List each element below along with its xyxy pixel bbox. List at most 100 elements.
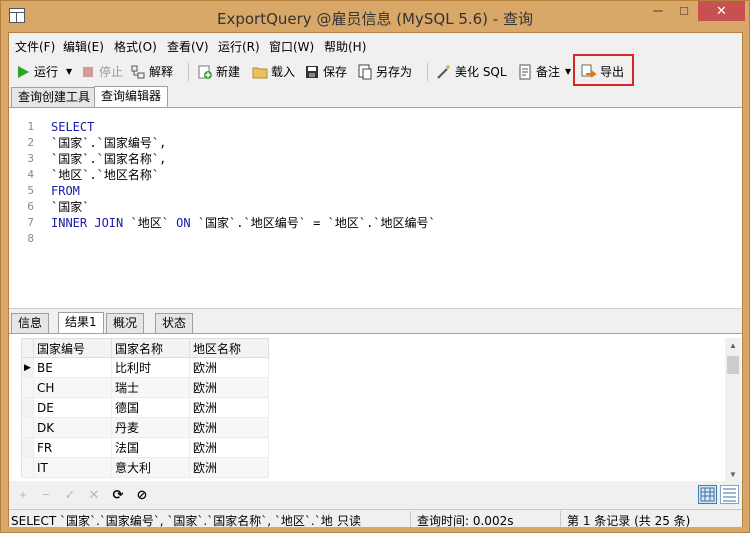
table-cell[interactable]: 欧洲 <box>189 357 269 378</box>
table-row[interactable]: DK 丹麦 欧洲 <box>21 417 269 438</box>
column-header[interactable]: 国家编号 <box>33 338 112 358</box>
tab-query-editor[interactable]: 查询编辑器 <box>94 86 169 108</box>
refresh-icon[interactable]: ⟳ <box>110 487 126 503</box>
menu-edit[interactable]: 编辑(E) <box>63 38 104 55</box>
current-row-indicator[interactable]: ▶ <box>21 357 34 378</box>
toolbar-separator <box>188 63 189 81</box>
new-label: 新建 <box>216 65 241 79</box>
menu-file[interactable]: 文件(F) <box>15 38 55 55</box>
explain-button[interactable]: 解释 <box>130 62 173 82</box>
tab-result1[interactable]: 结果1 <box>58 312 104 334</box>
status-query-time: 查询时间: 0.002s <box>417 514 514 528</box>
client-area: 文件(F) 编辑(E) 格式(O) 查看(V) 运行(R) 窗口(W) 帮助(H… <box>8 32 743 528</box>
menu-format[interactable]: 格式(O) <box>114 38 157 55</box>
menu-bar: 文件(F) 编辑(E) 格式(O) 查看(V) 运行(R) 窗口(W) 帮助(H… <box>9 34 742 56</box>
table-cell[interactable]: 欧洲 <box>189 417 269 438</box>
beautify-sql-button[interactable]: 美化 SQL <box>436 62 507 82</box>
grid-toolbar: + − ✓ ✕ ⟳ ⊘ <box>9 481 742 509</box>
maximize-button[interactable]: □ <box>671 1 697 21</box>
chevron-down-icon[interactable]: ▼ <box>565 62 571 82</box>
row-selector[interactable] <box>21 377 34 398</box>
code-text: `国家`.`国家编号`, <box>51 136 167 150</box>
delete-record-icon[interactable]: − <box>38 487 54 503</box>
table-cell[interactable]: IT <box>33 457 112 478</box>
row-selector[interactable] <box>21 457 34 478</box>
tab-status[interactable]: 状态 <box>155 313 194 334</box>
line-number: 8 <box>27 232 34 245</box>
grid-header-row: 国家编号 国家名称 地区名称 <box>21 338 269 358</box>
code-text: FROM <box>51 184 80 198</box>
close-button[interactable]: ✕ <box>698 1 745 21</box>
code-keyword: INNER JOIN <box>51 216 124 230</box>
row-selector[interactable] <box>21 397 34 418</box>
scroll-down-icon[interactable]: ▼ <box>725 470 741 479</box>
new-query-icon <box>197 64 213 80</box>
vertical-scrollbar[interactable]: ▲ ▼ <box>725 338 741 482</box>
add-record-icon[interactable]: + <box>15 487 31 503</box>
stop-fetch-icon[interactable]: ⊘ <box>134 487 150 503</box>
explain-label: 解释 <box>149 65 174 79</box>
tab-query-builder[interactable]: 查询创建工具 <box>11 87 98 108</box>
column-header[interactable]: 国家名称 <box>111 338 190 358</box>
minimize-button[interactable]: ─ <box>645 1 671 21</box>
apply-changes-icon[interactable]: ✓ <box>62 487 78 503</box>
table-cell[interactable]: DE <box>33 397 112 418</box>
menu-window[interactable]: 窗口(W) <box>269 38 314 55</box>
table-cell[interactable]: 德国 <box>111 397 190 418</box>
form-view-icon[interactable] <box>720 485 739 504</box>
table-row[interactable]: DE 德国 欧洲 <box>21 397 269 418</box>
notes-button[interactable]: 备注 ▼ <box>517 62 571 82</box>
chevron-down-icon[interactable]: ▼ <box>66 62 72 82</box>
code-text: SELECT <box>51 120 95 134</box>
code-text: `国家` <box>51 200 90 214</box>
scroll-thumb[interactable] <box>727 356 739 374</box>
column-header[interactable]: 地区名称 <box>189 338 269 358</box>
title-bar[interactable]: ExportQuery @雇员信息 (MySQL 5.6) - 查询 ─ □ ✕ <box>1 1 749 32</box>
grid-corner <box>21 338 34 358</box>
run-label: 运行 <box>34 65 59 79</box>
table-cell[interactable]: 比利时 <box>111 357 190 378</box>
discard-changes-icon[interactable]: ✕ <box>86 487 102 503</box>
table-cell[interactable]: DK <box>33 417 112 438</box>
menu-run[interactable]: 运行(R) <box>218 38 260 55</box>
table-cell[interactable]: 欧洲 <box>189 437 269 458</box>
table-cell[interactable]: CH <box>33 377 112 398</box>
table-cell[interactable]: 法国 <box>111 437 190 458</box>
table-row[interactable]: CH 瑞士 欧洲 <box>21 377 269 398</box>
table-cell[interactable]: 意大利 <box>111 457 190 478</box>
table-cell[interactable]: 欧洲 <box>189 457 269 478</box>
table-row[interactable]: IT 意大利 欧洲 <box>21 457 269 478</box>
new-button[interactable]: 新建 <box>197 62 240 82</box>
code-identifier: `国家`.`地区编号` = `地区`.`地区编号` <box>190 216 436 230</box>
window-title: ExportQuery @雇员信息 (MySQL 5.6) - 查询 <box>216 10 533 28</box>
row-selector[interactable] <box>21 437 34 458</box>
table-row[interactable]: FR 法国 欧洲 <box>21 437 269 458</box>
table-cell[interactable]: FR <box>33 437 112 458</box>
row-selector[interactable] <box>21 417 34 438</box>
table-cell[interactable]: 欧洲 <box>189 377 269 398</box>
table-row[interactable]: ▶ BE 比利时 欧洲 <box>21 357 269 378</box>
menu-view[interactable]: 查看(V) <box>167 38 209 55</box>
explain-icon <box>130 64 146 80</box>
scroll-up-icon[interactable]: ▲ <box>725 341 741 350</box>
tab-info[interactable]: 信息 <box>11 313 50 334</box>
save-as-button[interactable]: 另存为 <box>357 62 412 82</box>
line-number: 7 <box>27 216 34 229</box>
load-button[interactable]: 载入 <box>252 62 295 82</box>
tab-profile[interactable]: 概况 <box>106 313 145 334</box>
status-bar: SELECT `国家`.`国家编号`, `国家`.`国家名称`, `地区`.`地… <box>9 509 742 528</box>
sql-editor[interactable]: 1 SELECT 2 `国家`.`国家编号`, 3 `国家`.`国家名称`, 4 `地区… <box>9 107 742 308</box>
editor-tabs: 查询创建工具 查询编辑器 <box>9 86 742 108</box>
run-button[interactable]: 运行 ▼ <box>15 62 72 82</box>
grid-view-icon[interactable] <box>698 485 717 504</box>
table-cell[interactable]: 瑞士 <box>111 377 190 398</box>
table-cell[interactable]: BE <box>33 357 112 378</box>
stop-button[interactable]: 停止 <box>80 62 123 82</box>
save-as-icon <box>357 64 373 80</box>
save-button[interactable]: 保存 <box>304 62 347 82</box>
table-cell[interactable]: 丹麦 <box>111 417 190 438</box>
result-grid[interactable]: 国家编号 国家名称 地区名称 ▶ BE 比利时 欧洲 CH 瑞士 欧洲 DE 德… <box>21 338 269 478</box>
status-divider <box>560 511 561 527</box>
menu-help[interactable]: 帮助(H) <box>324 38 366 55</box>
table-cell[interactable]: 欧洲 <box>189 397 269 418</box>
